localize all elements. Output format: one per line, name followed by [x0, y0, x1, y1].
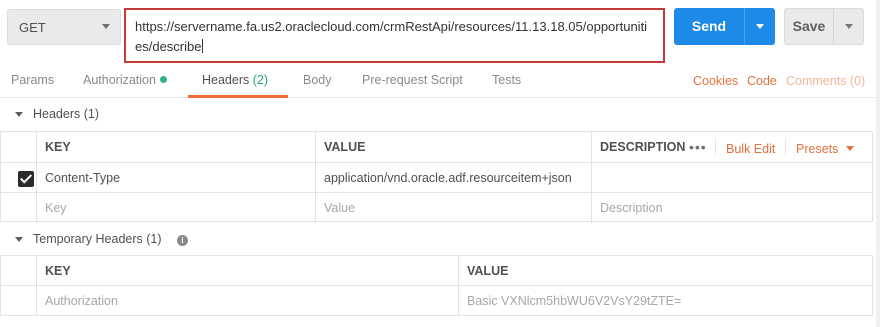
toolbar-divider [715, 139, 716, 155]
send-button[interactable]: Send [674, 8, 775, 45]
header-value-text: application/vnd.oracle.adf.resourceitem+… [324, 170, 572, 185]
value-column-label: VALUE [324, 140, 366, 154]
scrollbar-track[interactable] [876, 0, 880, 327]
save-options-caret-icon[interactable] [845, 24, 853, 29]
text-cursor [202, 39, 204, 53]
method-label: GET [19, 20, 46, 35]
method-select[interactable]: GET [7, 9, 121, 45]
caret-down-icon [846, 146, 855, 151]
header-value-cell[interactable]: application/vnd.oracle.adf.resourceitem+… [315, 163, 591, 192]
temporary-headers-section-title: Temporary Headers (1) [33, 232, 162, 246]
caret-down-icon [102, 24, 110, 29]
tab-tests[interactable]: Tests [492, 73, 521, 87]
table-row: Authorization Basic VXNlcm5hbWU6V2VsY29t… [1, 286, 872, 316]
new-key-placeholder: Key [45, 201, 67, 215]
code-link[interactable]: Code [747, 74, 777, 88]
key-column-label: KEY [45, 140, 71, 154]
tab-body[interactable]: Body [303, 73, 332, 87]
send-label: Send [691, 18, 727, 34]
tab-headers-label: Headers [202, 73, 250, 87]
collapse-triangle-icon[interactable] [15, 237, 23, 242]
temp-value-text: Basic VXNlcm5hbWU6V2VsY29tZTE= [467, 294, 682, 308]
key-column-header: KEY [36, 132, 315, 162]
bulk-edit-link[interactable]: Bulk Edit [726, 142, 775, 156]
presets-label: Presets [796, 142, 839, 156]
headers-section-header[interactable]: Headers (1) [0, 103, 880, 127]
tab-params[interactable]: Params [11, 73, 54, 87]
temp-key-cell: Authorization [36, 286, 458, 316]
header-key-text: Content-Type [45, 170, 121, 185]
toolbar-divider [785, 139, 786, 155]
temp-value-column-label: VALUE [467, 263, 509, 278]
info-icon[interactable]: i [177, 235, 188, 246]
new-value-placeholder: Value [324, 201, 356, 215]
temp-key-text: Authorization [45, 294, 118, 308]
collapse-triangle-icon[interactable] [15, 112, 23, 117]
status-dot-icon [159, 76, 167, 83]
comments-link[interactable]: Comments (0) [786, 74, 865, 88]
headers-section-title: Headers (1) [33, 107, 99, 121]
header-description-cell[interactable] [591, 163, 874, 192]
temp-value-column-header: VALUE [458, 256, 874, 285]
active-tab-indicator [188, 95, 288, 98]
description-column-label: DESCRIPTION [600, 140, 686, 154]
send-options-caret-icon[interactable] [756, 24, 764, 29]
table-row: Content-Type application/vnd.oracle.adf.… [1, 163, 872, 193]
headers-table-header-row: KEY VALUE DESCRIPTION ••• Bulk Edit Pres… [1, 132, 872, 163]
url-text: https://servername.fa.us2.oraclecloud.co… [135, 19, 648, 54]
checkbox-checked-icon[interactable] [18, 171, 34, 187]
more-options-icon[interactable]: ••• [689, 139, 707, 155]
url-input[interactable]: https://servername.fa.us2.oraclecloud.co… [124, 8, 665, 63]
save-button[interactable]: Save [784, 8, 864, 45]
presets-dropdown[interactable]: Presets [796, 142, 855, 156]
temporary-headers-table: KEY VALUE Authorization Basic VXNlcm5hbW… [0, 255, 873, 316]
temp-value-cell: Basic VXNlcm5hbWU6V2VsY29tZTE= [458, 286, 874, 316]
new-description-field[interactable]: Description [591, 193, 874, 223]
value-column-header: VALUE [315, 132, 591, 162]
request-tabs: Params Authorization Headers (2) Body Pr… [0, 68, 880, 98]
save-split-divider [833, 9, 834, 44]
request-bar: GET https://servername.fa.us2.oracleclou… [0, 0, 880, 68]
table-row-new: Key Value Description [1, 193, 872, 223]
new-value-field[interactable]: Value [315, 193, 591, 223]
tab-headers[interactable]: Headers (2) [202, 73, 268, 87]
temp-key-column-label: KEY [45, 263, 71, 278]
new-description-placeholder: Description [600, 201, 663, 215]
save-label: Save [792, 18, 826, 34]
tab-authorization-label: Authorization [83, 73, 156, 87]
temp-headers-header-row: KEY VALUE [1, 256, 872, 286]
tab-authorization[interactable]: Authorization [83, 73, 167, 87]
cookies-link[interactable]: Cookies [693, 74, 738, 88]
temporary-headers-section-header[interactable]: Temporary Headers (1) i [0, 228, 880, 252]
new-key-field[interactable]: Key [36, 193, 315, 223]
send-split-divider [744, 8, 745, 45]
tab-pre-request-script[interactable]: Pre-request Script [362, 73, 463, 87]
headers-table: KEY VALUE DESCRIPTION ••• Bulk Edit Pres… [0, 131, 873, 223]
temp-key-column-header: KEY [36, 256, 458, 285]
tab-headers-count: (2) [252, 73, 269, 87]
header-key-cell[interactable]: Content-Type [36, 163, 315, 192]
